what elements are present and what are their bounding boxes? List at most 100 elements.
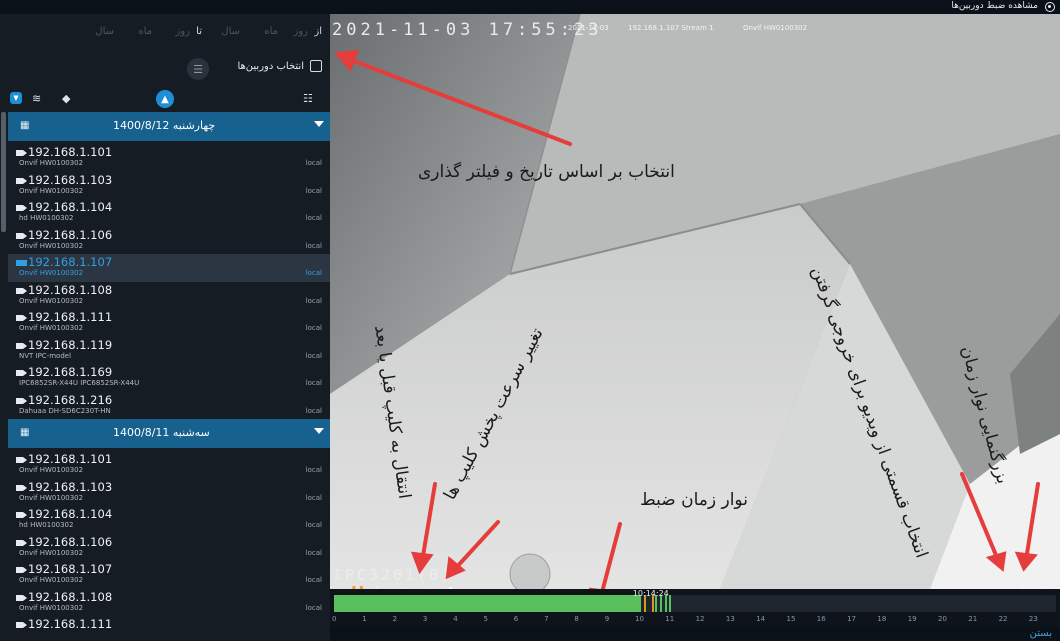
camera-model: NVT IPC-model [19, 351, 72, 360]
timeline-hour-ticks: 0 1 2 3 4 5 6 7 8 9 10 11 12 13 14 15 16 17 18 19 20 21 22 23 [330, 615, 1060, 625]
camera-source: local [305, 521, 322, 529]
hour-tick-label: 8 [574, 615, 579, 623]
camera-lens-icon [1045, 2, 1055, 12]
camera-list-icon[interactable]: ☰ [187, 58, 209, 80]
chevron-down-icon[interactable] [314, 428, 324, 434]
hour-tick-label: 14 [756, 615, 766, 623]
select-cameras-label: انتخاب دوربین‌ها [237, 60, 304, 72]
camera-ip: 192.168.1.101 [28, 452, 113, 466]
video-camera-icon [16, 150, 27, 156]
list-toolbar: ▼ ≋ ◆ ▲ ☷ [0, 90, 330, 110]
video-camera-icon [16, 397, 27, 404]
from-year-input[interactable]: سال [221, 26, 240, 37]
hour-tick-label: 19 [907, 615, 917, 623]
camera-model: Onvif HW0100302 [19, 324, 84, 332]
title-bar: مشاهده ضبط دوربین‌ها [0, 0, 1060, 14]
to-year-input[interactable]: سال [95, 26, 114, 37]
camera-list-item[interactable]: 192.168.1.103 Onvif HW0100302 local [8, 479, 330, 507]
collapse-all-icon[interactable]: ▼ [10, 92, 22, 104]
chevron-down-icon[interactable] [314, 121, 324, 127]
annotation-timeline: نوار زمان ضبط [640, 490, 748, 510]
hour-tick-label: 16 [816, 615, 826, 623]
camera-source: local [305, 493, 322, 502]
to-day-input[interactable]: روز [176, 26, 191, 37]
scroll-up-icon[interactable]: ▲ [156, 90, 174, 108]
camera-list-item[interactable]: 192.168.1.111 Onvif HW0100302 local [8, 309, 330, 337]
camera-list-item[interactable]: 192.168.1.101 Onvif HW0100302 local [8, 144, 330, 172]
video-camera-icon [16, 539, 27, 546]
camera-model: Onvif HW0100302 [19, 159, 84, 167]
camera-source: local [305, 296, 322, 305]
hour-tick-label: 7 [544, 615, 549, 623]
date-group-header[interactable]: ▦ سه‌شنبه 1400/8/11 [8, 419, 330, 448]
eraser-icon[interactable]: ◆ [62, 92, 70, 105]
layers-icon[interactable]: ≋ [32, 92, 41, 105]
select-cameras-toggle[interactable]: انتخاب دوربین‌ها [237, 60, 322, 72]
camera-ip: 192.168.1.104 [28, 200, 113, 214]
camera-list-item[interactable]: 192.168.1.119 NVT IPC-model local [8, 337, 330, 365]
list-scrollbar[interactable] [1, 112, 6, 232]
camera-list-item[interactable]: 192.168.1.107 Onvif HW0100302 local [8, 254, 330, 282]
checklist-icon[interactable]: ☷ [303, 92, 313, 105]
from-day-input[interactable]: روز [294, 26, 309, 37]
camera-source: local [305, 241, 322, 250]
camera-list-item[interactable]: 192.168.1.108 Onvif HW0100302 local [8, 282, 330, 310]
video-camera-icon [16, 315, 27, 321]
osd-camera-name: IPC3201(0) [333, 566, 454, 584]
annotation-filter: انتخاب بر اساس تاریخ و فیلتر گذاری [418, 162, 675, 182]
date-group-header[interactable]: ▦ چهارشنبه 1400/8/12 [8, 112, 330, 141]
to-month-input[interactable]: ماه [138, 26, 152, 37]
motion-marker [669, 595, 671, 612]
camera-list-item[interactable]: 192.168.1.107 Onvif HW0100302 local [8, 561, 330, 589]
camera-ip: 192.168.1.107 [28, 255, 113, 269]
camera-list-item[interactable]: 192.168.1.111 [8, 616, 330, 641]
hour-tick-label: 2 [392, 615, 398, 623]
video-camera-icon [16, 370, 27, 376]
hour-tick-label: 21 [968, 615, 978, 623]
hour-tick-label: 23 [1028, 615, 1038, 623]
hour-tick-label: 9 [604, 615, 610, 623]
camera-list-item[interactable]: 192.168.1.104 hd HW0100302 local [8, 506, 330, 534]
hour-tick-label: 17 [847, 615, 857, 623]
camera-ip: 192.168.1.103 [28, 172, 113, 187]
video-camera-icon [16, 205, 27, 211]
calendar-icon: ▦ [20, 120, 30, 131]
hour-tick-label: 11 [665, 615, 675, 623]
camera-source: local [305, 576, 322, 584]
calendar-icon: ▦ [20, 427, 30, 438]
camera-source: local [305, 466, 322, 474]
camera-source: local [305, 548, 322, 557]
video-camera-icon [16, 342, 27, 349]
hour-tick-label: 12 [695, 615, 705, 623]
video-camera-icon [16, 287, 27, 294]
close-button[interactable]: بستن [1030, 628, 1052, 639]
camera-model: hd HW0100302 [19, 214, 74, 222]
video-player[interactable]: 2021-11-03 17:55:23 2021-11-03 192.168.1… [330, 14, 1060, 589]
timeline-track[interactable]: 10:14:24 [334, 589, 1056, 612]
camera-list-item[interactable]: 192.168.1.106 Onvif HW0100302 local [8, 534, 330, 562]
camera-list-item[interactable]: 192.168.1.104 hd HW0100302 local [8, 199, 330, 227]
camera-source: local [305, 324, 322, 332]
hour-tick-label: 3 [422, 615, 428, 623]
camera-model: Onvif HW0100302 [19, 241, 84, 250]
recording-timeline[interactable]: 10:14:24 0 1 2 3 4 5 6 7 8 9 10 11 12 13 14 15 16 17 18 19 2… [330, 589, 1060, 627]
camera-source: local [305, 214, 322, 222]
from-label: از [314, 26, 322, 37]
camera-model: Onvif HW0100302 [19, 296, 84, 305]
hour-tick-label: 1 [362, 615, 367, 623]
camera-list-item[interactable]: 192.168.1.101 Onvif HW0100302 local [8, 451, 330, 479]
camera-list-item[interactable]: 192.168.1.106 Onvif HW0100302 local [8, 227, 330, 255]
from-month-input[interactable]: ماه [264, 26, 278, 37]
camera-ip: 192.168.1.111 [28, 310, 113, 324]
camera-list-item[interactable]: 192.168.1.216 Dahuaa DH-SD6C230T-HN local [8, 392, 330, 420]
hour-tick-label: 4 [453, 615, 458, 623]
camera-list-item[interactable]: 192.168.1.108 Onvif HW0100302 local [8, 589, 330, 617]
camera-list-item[interactable]: 192.168.1.103 Onvif HW0100302 local [8, 172, 330, 200]
camera-ip: 192.168.1.107 [28, 562, 113, 576]
camera-list-item[interactable]: 192.168.1.169 IPC6852SR-X44U IPC6852SR-X4… [8, 364, 330, 392]
select-cameras-checkbox[interactable] [310, 60, 322, 72]
footer-bar: بستن [330, 627, 1060, 641]
hour-tick-label: 5 [483, 615, 488, 623]
camera-ip: 192.168.1.108 [28, 282, 113, 297]
camera-model: Onvif HW0100302 [19, 548, 84, 557]
